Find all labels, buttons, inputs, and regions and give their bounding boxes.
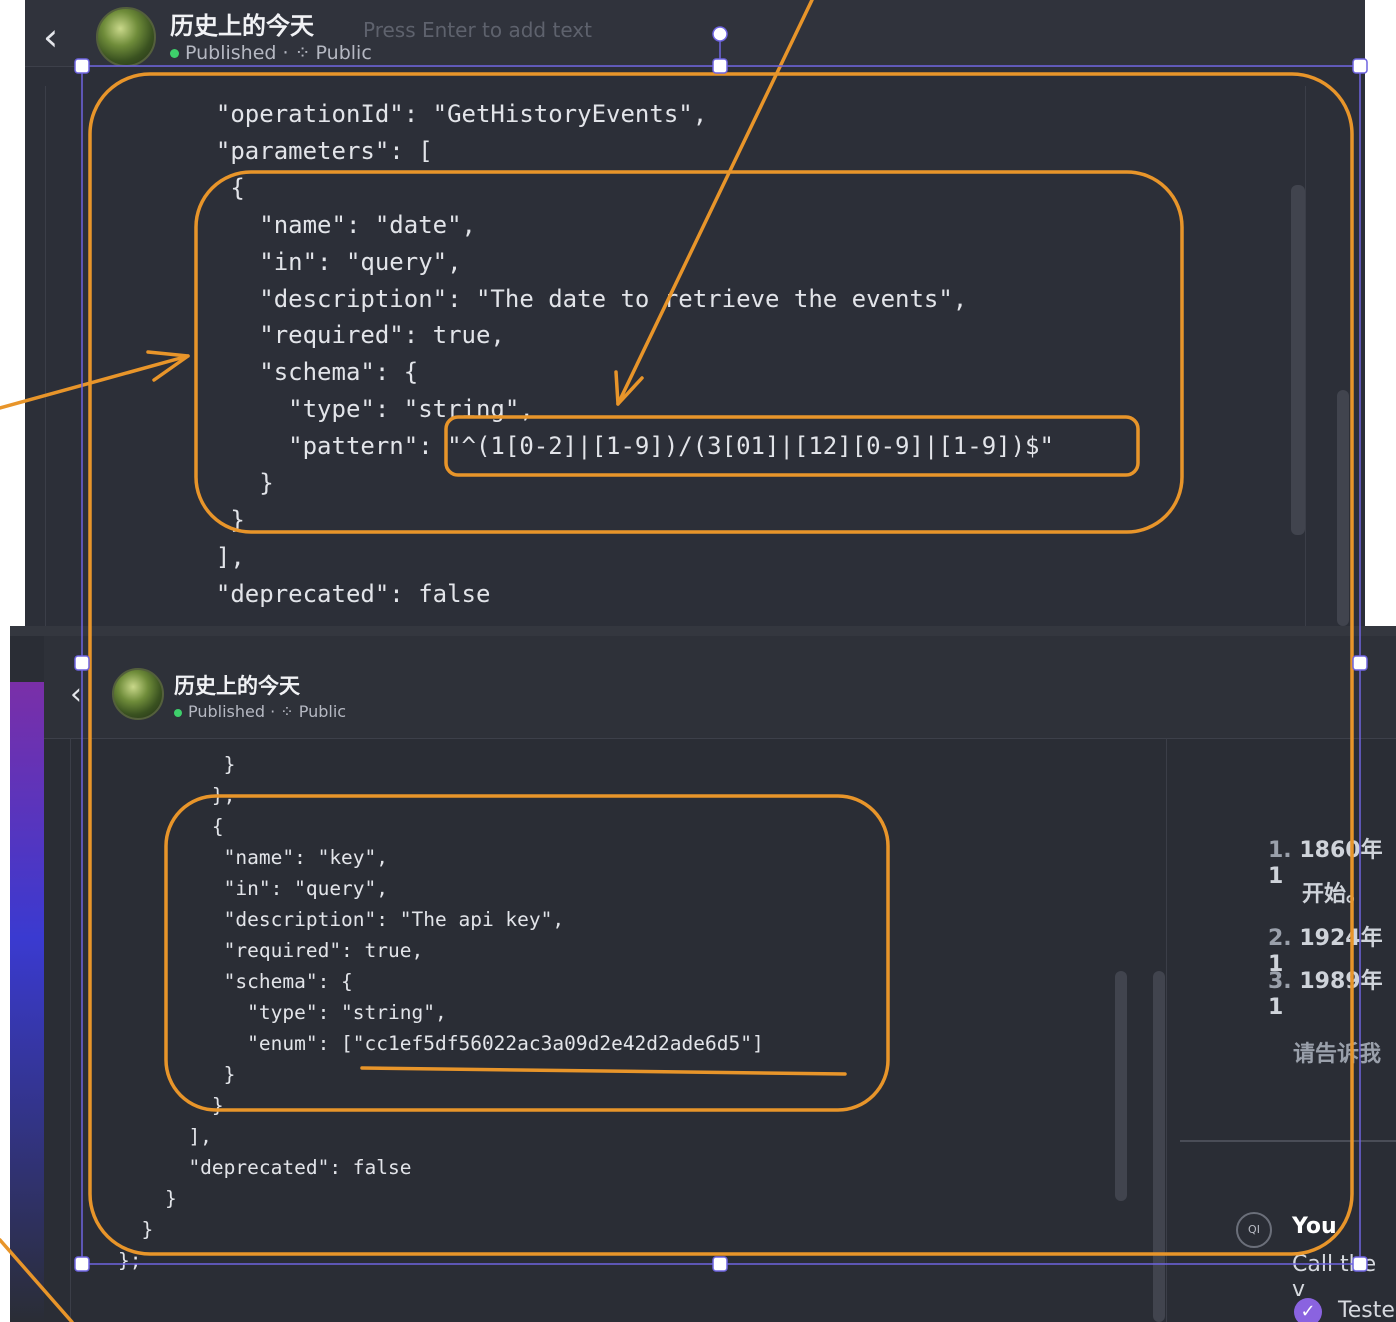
- resize-handle-mr: [1352, 655, 1368, 671]
- key-param-annotation-box: [164, 794, 890, 1112]
- rotate-handle: [712, 26, 728, 42]
- pattern-annotation-box: [444, 415, 1140, 477]
- arrow-params: [0, 354, 190, 410]
- resize-handle-ml: [74, 655, 90, 671]
- resize-handle-br: [1352, 1256, 1368, 1272]
- stroke-bottom-left: [0, 1238, 74, 1322]
- outer-annotation-box: [88, 72, 1354, 1256]
- date-param-annotation-box: [194, 170, 1184, 534]
- annotation-overlay: [0, 0, 1368, 1322]
- resize-handle-tr: [1352, 58, 1368, 74]
- resize-handle-bc: [712, 1256, 728, 1272]
- enum-underline: [360, 1066, 847, 1076]
- selection-frame: [81, 65, 1361, 1265]
- resize-handle-bl: [74, 1256, 90, 1272]
- resize-handle-tl: [74, 58, 90, 74]
- resize-handle-tc: [712, 58, 728, 74]
